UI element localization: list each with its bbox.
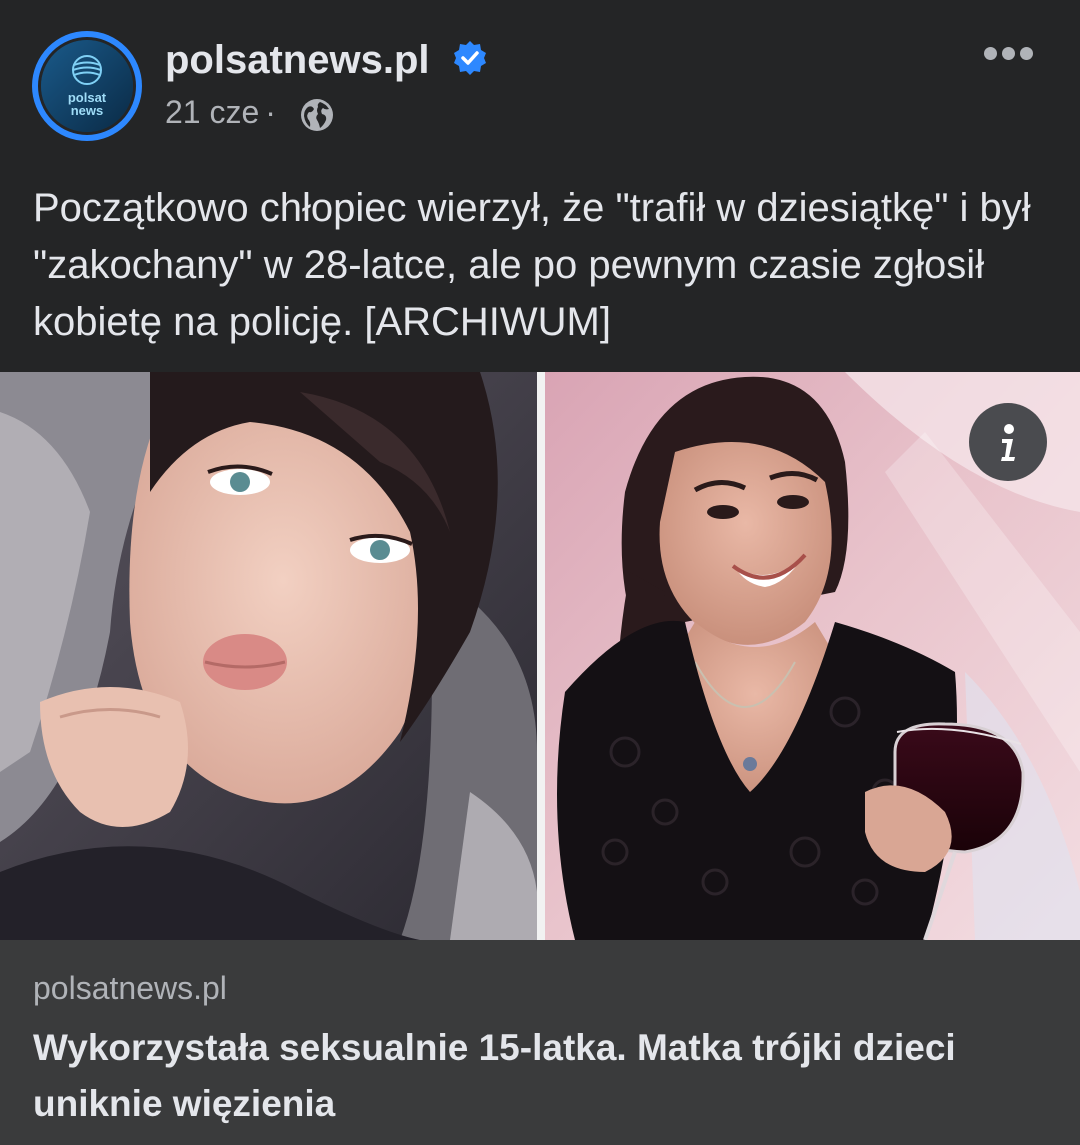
verified-badge-icon: [454, 41, 486, 75]
photo-divider: [537, 372, 545, 940]
more-options-icon[interactable]: [980, 38, 1036, 70]
post-date[interactable]: 21 cze: [165, 94, 259, 130]
link-preview-card[interactable]: polsatnews.pl Wykorzystała seksualnie 15…: [0, 940, 1080, 1145]
photo-left-portrait: [0, 372, 537, 940]
link-title: Wykorzystała seksualnie 15-latka. Matka …: [33, 1027, 956, 1124]
polsat-news-logo: polsat news: [38, 37, 136, 135]
page-name-link[interactable]: polsatnews.pl: [165, 38, 430, 83]
link-domain: polsatnews.pl: [33, 970, 227, 1006]
info-icon[interactable]: [969, 403, 1047, 481]
post-caption: Początkowo chłopiec wierzył, że "trafił …: [33, 186, 1031, 344]
post-meta: 21 cze ·: [165, 94, 282, 131]
page-avatar[interactable]: polsat news: [32, 31, 142, 141]
post-header: polsat news polsatnews.pl 21 cze ·: [0, 0, 1080, 160]
globe-icon: [301, 99, 333, 131]
feed-post: polsat news polsatnews.pl 21 cze · Począt…: [0, 0, 1080, 1145]
post-photo[interactable]: [0, 372, 1080, 940]
meta-separator: ·: [265, 94, 276, 130]
avatar-text-line2: news: [71, 103, 104, 118]
